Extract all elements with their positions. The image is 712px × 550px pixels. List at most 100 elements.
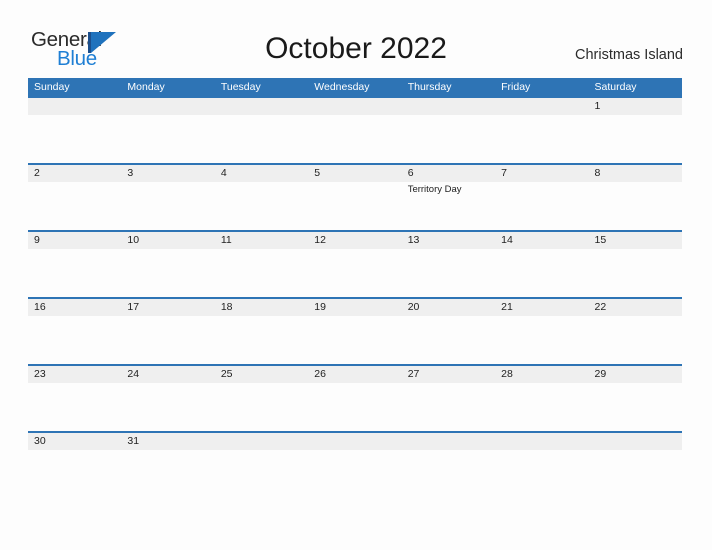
day-number[interactable]: 18: [215, 299, 308, 316]
day-number[interactable]: 28: [495, 366, 588, 383]
day-event: [215, 115, 308, 163]
weekday-header-monday: Monday: [127, 81, 165, 93]
day-number[interactable]: 3: [121, 165, 214, 182]
day-number[interactable]: 31: [121, 433, 214, 450]
week-row: 16 17 18 19 20 21 22: [28, 297, 682, 364]
day-number[interactable]: 27: [402, 366, 495, 383]
week-event-area: [28, 383, 682, 431]
day-event: [402, 383, 495, 431]
day-event: [121, 316, 214, 364]
day-number[interactable]: 1: [589, 98, 682, 115]
week-date-band: 23 24 25 26 27 28 29: [28, 366, 682, 383]
week-event-area: [28, 316, 682, 364]
day-number[interactable]: 14: [495, 232, 588, 249]
week-row: 30 31: [28, 431, 682, 450]
weekday-header-sunday: Sunday: [34, 81, 70, 93]
day-event: [589, 316, 682, 364]
day-event: [121, 182, 214, 230]
day-number[interactable]: 2: [28, 165, 121, 182]
day-event: [28, 115, 121, 163]
calendar-table: Sunday Monday Tuesday Wednesday Thursday…: [28, 78, 682, 450]
day-number[interactable]: 30: [28, 433, 121, 450]
day-number[interactable]: [121, 98, 214, 115]
day-event: [495, 383, 588, 431]
day-number[interactable]: [402, 98, 495, 115]
day-event: [402, 115, 495, 163]
day-event: [28, 316, 121, 364]
weekday-header-wednesday: Wednesday: [314, 81, 370, 93]
day-event: [495, 316, 588, 364]
day-event: [308, 249, 401, 297]
day-number[interactable]: [589, 433, 682, 450]
day-number[interactable]: 25: [215, 366, 308, 383]
day-event: [589, 383, 682, 431]
day-number[interactable]: 22: [589, 299, 682, 316]
week-date-band: 30 31: [28, 433, 682, 450]
day-event: [402, 249, 495, 297]
day-number[interactable]: 20: [402, 299, 495, 316]
day-event: [215, 316, 308, 364]
day-event: [589, 115, 682, 163]
day-number[interactable]: 23: [28, 366, 121, 383]
weekday-header-friday: Friday: [501, 81, 531, 93]
day-number[interactable]: 8: [589, 165, 682, 182]
day-number[interactable]: 29: [589, 366, 682, 383]
day-event: [589, 182, 682, 230]
week-row: 9 10 11 12 13 14 15: [28, 230, 682, 297]
day-number[interactable]: [215, 98, 308, 115]
day-number[interactable]: [495, 433, 588, 450]
week-date-band: 2 3 4 5 6 7 8: [28, 165, 682, 182]
day-number[interactable]: 5: [308, 165, 401, 182]
day-number[interactable]: [28, 98, 121, 115]
day-number[interactable]: 21: [495, 299, 588, 316]
day-number[interactable]: [215, 433, 308, 450]
week-row: 2 3 4 5 6 7 8 Territory Day: [28, 163, 682, 230]
day-event: [308, 115, 401, 163]
location-label: Christmas Island: [575, 47, 683, 63]
day-event: [215, 249, 308, 297]
day-number[interactable]: 16: [28, 299, 121, 316]
day-number[interactable]: 4: [215, 165, 308, 182]
day-event: [121, 383, 214, 431]
day-number[interactable]: 19: [308, 299, 401, 316]
day-number[interactable]: 9: [28, 232, 121, 249]
day-event: [28, 182, 121, 230]
week-event-area: Territory Day: [28, 182, 682, 230]
day-event: [308, 316, 401, 364]
day-number[interactable]: [308, 433, 401, 450]
week-date-band: 9 10 11 12 13 14 15: [28, 232, 682, 249]
weekday-header-saturday: Saturday: [594, 81, 637, 93]
day-event: [402, 316, 495, 364]
day-event: [495, 249, 588, 297]
day-number[interactable]: 15: [589, 232, 682, 249]
day-event: [215, 182, 308, 230]
week-event-area: [28, 249, 682, 297]
day-number[interactable]: 26: [308, 366, 401, 383]
day-event: [215, 383, 308, 431]
week-date-band: 1: [28, 98, 682, 115]
day-number[interactable]: [402, 433, 495, 450]
day-number[interactable]: 13: [402, 232, 495, 249]
day-event: [28, 249, 121, 297]
weekday-header-tuesday: Tuesday: [220, 81, 261, 93]
day-number[interactable]: 24: [121, 366, 214, 383]
day-event: [121, 249, 214, 297]
day-event-holiday: Territory Day: [407, 184, 462, 195]
day-event: [308, 182, 401, 230]
day-number[interactable]: [495, 98, 588, 115]
page-header: General Blue October 2022 Christmas Isla…: [0, 0, 712, 78]
day-number[interactable]: 12: [308, 232, 401, 249]
day-event: [121, 115, 214, 163]
day-number[interactable]: 11: [215, 232, 308, 249]
day-number[interactable]: [308, 98, 401, 115]
week-event-area: [28, 115, 682, 163]
weekday-header-thursday: Thursday: [407, 81, 452, 93]
day-event: [28, 383, 121, 431]
day-number[interactable]: 7: [495, 165, 588, 182]
day-number[interactable]: 17: [121, 299, 214, 316]
week-row: 23 24 25 26 27 28 29: [28, 364, 682, 431]
day-number[interactable]: 6: [402, 165, 495, 182]
day-event: [589, 249, 682, 297]
day-number[interactable]: 10: [121, 232, 214, 249]
day-event: [308, 383, 401, 431]
